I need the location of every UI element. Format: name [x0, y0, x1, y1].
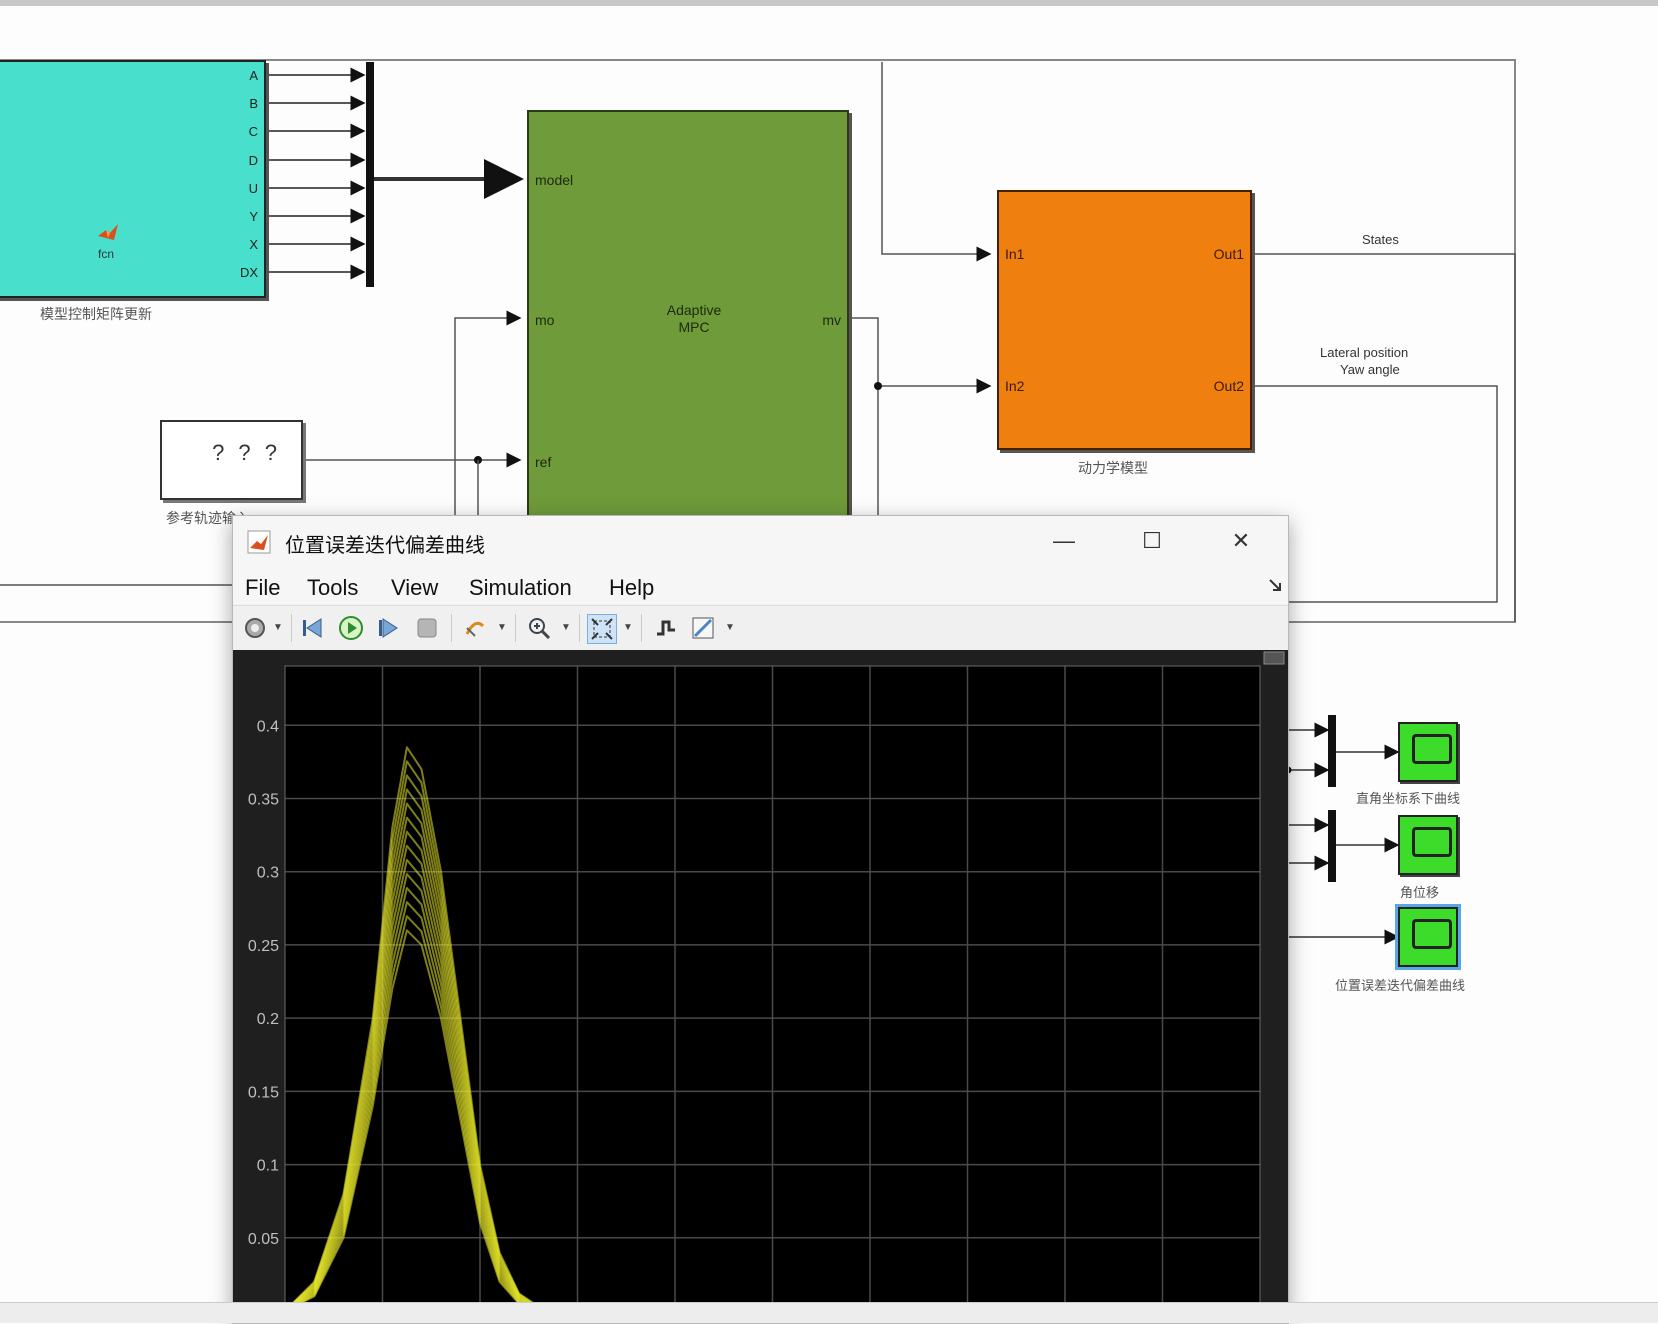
scope-icon [1412, 734, 1452, 764]
scope-chart[interactable]: 0.40.350.30.250.20.150.10.050 [233, 650, 1288, 1323]
triggers-icon[interactable] [651, 614, 679, 642]
scope-angle[interactable] [1398, 815, 1458, 875]
menu-help[interactable]: Help [609, 575, 654, 601]
toolbar-separator [291, 614, 292, 642]
scope-toolbar: ▼ ▼ ▼ ▼ ▼ [233, 605, 1288, 651]
port-dx: DX [239, 265, 258, 280]
scope-icon [1412, 827, 1452, 857]
menu-bar: File Tools View Simulation Help [233, 566, 1288, 604]
zoom-in-icon[interactable] [525, 614, 553, 642]
toolbar-separator [515, 614, 516, 642]
toolbar-separator [641, 614, 642, 642]
mpc-title-line1: Adaptive [666, 302, 722, 318]
menu-simulation[interactable]: Simulation [469, 575, 572, 601]
dock-arrow-icon[interactable] [1268, 578, 1282, 592]
toolbar-separator [451, 614, 452, 642]
scope-cartesian-caption: 直角坐标系下曲线 [1356, 791, 1461, 806]
adaptive-mpc-block[interactable]: model mo ref mv Adaptive MPC [527, 110, 849, 520]
y-tick-label: 0.15 [248, 1084, 279, 1101]
scope-icon [1412, 919, 1452, 949]
zoom-dropdown-icon[interactable]: ▼ [561, 622, 571, 633]
dyn-port-in2: In2 [1005, 378, 1025, 394]
fcn-label: fcn [98, 247, 115, 261]
expand-axes-icon[interactable] [1263, 651, 1285, 665]
highlight-dropdown-icon[interactable]: ▼ [497, 622, 507, 633]
mpc-port-ref: ref [535, 454, 552, 470]
autoscale-icon[interactable] [587, 614, 617, 644]
y-tick-label: 0.05 [248, 1231, 279, 1248]
port-u: U [248, 181, 258, 196]
port-x: X [249, 237, 258, 252]
maximize-button[interactable]: ☐ [1129, 524, 1175, 558]
dynamics-model-block[interactable]: In1 In2 Out1 Out2 [997, 190, 1252, 450]
minimize-button[interactable]: — [1041, 524, 1087, 558]
stop-icon[interactable] [413, 614, 441, 642]
mpc-title: Adaptive MPC [639, 302, 749, 336]
signal-label-states: States [1362, 232, 1399, 247]
y-tick-label: 0.35 [248, 792, 279, 809]
reference-block-text: ? ? ? [212, 440, 281, 465]
mpc-title-line2: MPC [678, 319, 710, 335]
mpc-port-model: model [535, 172, 574, 188]
port-c: C [248, 124, 258, 139]
mpc-port-mo: mo [535, 312, 555, 328]
simulink-app-icon [247, 530, 271, 554]
matlab-logo-icon [98, 224, 118, 240]
port-y: Y [249, 209, 258, 224]
scope-angle-caption: 角位移 [1400, 885, 1440, 900]
y-tick-label: 0.1 [257, 1158, 279, 1175]
menu-view[interactable]: View [391, 575, 438, 601]
signal-label-yaw: Yaw angle [1340, 362, 1400, 377]
close-button[interactable]: ✕ [1218, 524, 1264, 558]
menu-file[interactable]: File [245, 575, 280, 601]
scope-position-error[interactable] [1395, 904, 1461, 970]
y-tick-label: 0.25 [248, 938, 279, 955]
scope-plot-area[interactable]: 0.40.350.30.250.20.150.10.050 [233, 650, 1288, 1323]
signal-label-lateral: Lateral position [1320, 345, 1409, 360]
step-back-icon[interactable] [299, 614, 327, 642]
y-tick-label: 0.4 [257, 718, 279, 735]
port-b: B [249, 96, 258, 111]
fcn-block-caption: 模型控制矩阵更新 [40, 306, 152, 322]
scope-window-titlebar[interactable]: 位置误差迭代偏差曲线 — ☐ ✕ [233, 516, 1288, 566]
status-bar [0, 1302, 1658, 1323]
y-tick-label: 0.2 [257, 1011, 279, 1028]
matlab-function-block[interactable]: fcn A B C D U Y X DX [0, 60, 266, 298]
settings-icon[interactable] [241, 614, 269, 642]
highlight-icon[interactable] [461, 614, 489, 642]
toolbar-separator [579, 614, 580, 642]
scope-window[interactable]: 位置误差迭代偏差曲线 — ☐ ✕ File Tools View Simulat… [232, 515, 1289, 1324]
menu-tools[interactable]: Tools [307, 575, 358, 601]
y-tick-label: 0.3 [257, 865, 279, 882]
settings-dropdown-icon[interactable]: ▼ [273, 622, 283, 633]
reference-trajectory-block[interactable]: ? ? ? [160, 420, 303, 500]
scope-window-title: 位置误差迭代偏差曲线 [285, 535, 485, 557]
autoscale-dropdown-icon[interactable]: ▼ [623, 622, 633, 633]
measurements-dropdown-icon[interactable]: ▼ [725, 622, 735, 633]
mpc-port-mv: mv [822, 312, 841, 328]
dyn-port-out2: Out2 [1213, 378, 1244, 394]
port-a: A [249, 68, 258, 83]
measurements-icon[interactable] [689, 614, 717, 642]
step-forward-icon[interactable] [375, 614, 403, 642]
dyn-port-out1: Out1 [1213, 246, 1244, 262]
run-icon[interactable] [337, 614, 365, 642]
port-d: D [248, 153, 258, 168]
dynamics-block-caption: 动力学模型 [1078, 460, 1148, 476]
dyn-port-in1: In1 [1005, 246, 1025, 262]
scope-cartesian[interactable] [1398, 722, 1458, 782]
scope-position-error-caption: 位置误差迭代偏差曲线 [1335, 978, 1466, 993]
